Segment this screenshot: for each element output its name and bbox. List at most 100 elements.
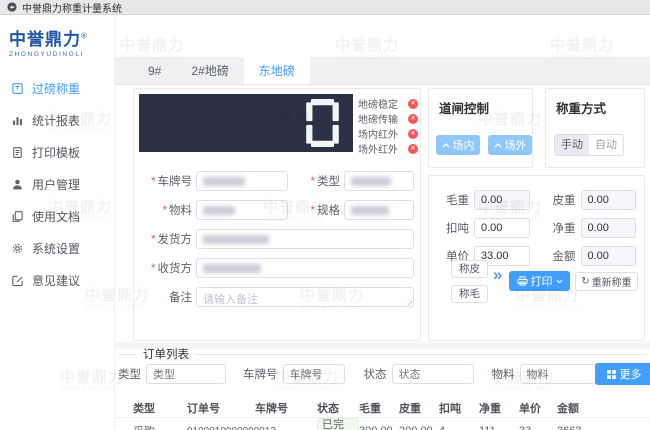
scale-icon: [11, 82, 24, 95]
net-label: 净重: [538, 220, 576, 236]
seven-segment-zero: [306, 99, 339, 147]
cell-status: 已完成: [317, 418, 359, 430]
col-deduct: 扣吨: [439, 400, 479, 416]
cell-deduct: 4: [439, 425, 479, 430]
col-type: 类型: [133, 400, 187, 416]
print-template-icon: [11, 146, 24, 159]
status-label: 地磅稳定: [358, 96, 398, 111]
tab-scale-2[interactable]: 2#地磅: [176, 57, 243, 84]
bar-chart-icon: [11, 114, 24, 127]
type-input[interactable]: [344, 171, 414, 191]
logo-name: 中誉鼎力: [9, 30, 81, 49]
deduct-label: 扣吨: [429, 220, 469, 236]
col-status: 状态: [317, 400, 359, 416]
status-row: 场内红外: [358, 126, 418, 141]
amount-input: [581, 246, 637, 266]
cell-price: 33: [519, 425, 557, 430]
print-label: 打印: [531, 273, 553, 289]
col-order-no: 订单号: [187, 400, 255, 416]
logo: 中誉鼎力® ZHONGYUDINGLI: [0, 15, 114, 58]
app-window: 中誉鼎力称重计量系统 中誉鼎力® ZHONGYUDINGLI 过磅称重 统计报表: [0, 0, 650, 430]
sidebar-item-docs[interactable]: 使用文档: [0, 200, 114, 232]
weigh-tare-button[interactable]: 称皮: [451, 260, 488, 278]
sidebar-item-feedback[interactable]: 意见建议: [0, 264, 114, 296]
status-row: 地磅传输: [358, 111, 418, 126]
spec-input[interactable]: [344, 200, 414, 220]
chevron-up-icon: [494, 143, 502, 148]
filter-material-input[interactable]: [520, 364, 604, 384]
col-tare: 皮重: [399, 400, 439, 416]
sidebar-item-label: 用户管理: [32, 176, 80, 193]
gate-open-outside-button[interactable]: 场外: [488, 135, 532, 155]
gate-outside-label: 场外: [505, 137, 527, 153]
user-icon: [11, 178, 24, 191]
vehicle-form: 车牌号 类型 物料 规格 发货方 收货方 备注: [134, 171, 420, 316]
filter-status-input[interactable]: [392, 364, 474, 384]
logo-subtext: ZHONGYUDINGLI: [9, 51, 114, 58]
double-chevron-right-icon: »: [493, 265, 502, 285]
sidebar-item-settings[interactable]: 系统设置: [0, 232, 114, 264]
orders-section-divider: 订单列表: [118, 348, 646, 360]
filter-material-label: 物料: [492, 366, 515, 382]
sidebar-item-reports[interactable]: 统计报表: [0, 104, 114, 136]
cell-order-no: 0100010000000012: [187, 426, 255, 430]
masked-value: [203, 206, 235, 215]
status-error-icon: [408, 129, 418, 139]
sidebar-item-label: 系统设置: [32, 240, 80, 257]
gate-control-panel: 道闸控制 场内 场外: [428, 88, 533, 168]
weighing-panel: 地磅稳定 地磅传输 场内红外 场外红外 车牌号 类型: [133, 88, 421, 341]
gate-inside-label: 场内: [453, 137, 475, 153]
status-row: 场外红外: [358, 141, 418, 156]
weight-values-panel: 毛重 皮重 扣吨 净重 单价 金额 称皮 称毛 »: [428, 175, 645, 341]
filter-status-label: 状态: [364, 366, 387, 382]
filter-plate-label: 车牌号: [243, 366, 278, 382]
mode-auto-option[interactable]: 自动: [589, 135, 623, 155]
cell-type: 采购: [133, 423, 187, 430]
copy-document-icon: [11, 210, 24, 223]
deduct-input[interactable]: [474, 218, 530, 238]
col-amount: 金额: [557, 400, 650, 416]
sidebar-menu: 过磅称重 统计报表 打印模板 用户管理: [0, 72, 114, 296]
filter-type-input[interactable]: [146, 364, 226, 384]
receiver-label: 收货方: [140, 260, 192, 276]
more-filters-label: 更多: [620, 366, 642, 382]
sidebar-item-print-templates[interactable]: 打印模板: [0, 136, 114, 168]
sender-input[interactable]: [196, 229, 414, 249]
weigh-gross-button[interactable]: 称毛: [451, 285, 488, 303]
material-input[interactable]: [196, 200, 288, 220]
remark-textarea[interactable]: [196, 287, 414, 307]
status-error-icon: [408, 114, 418, 124]
table-row[interactable]: 采购 0100010000000012 已完成 300.00 200.00 4 …: [115, 418, 650, 430]
weigh-mode-panel: 称重方式 手动 自动: [545, 88, 645, 168]
reweigh-button[interactable]: ↻ 重新称重: [575, 272, 638, 291]
gate-open-inside-button[interactable]: 场内: [436, 135, 480, 155]
tab-scale-east[interactable]: 东地磅: [244, 57, 310, 84]
plate-input[interactable]: [196, 171, 288, 191]
gross-label: 毛重: [429, 192, 469, 208]
status-row: 地磅稳定: [358, 96, 418, 111]
receiver-input[interactable]: [196, 258, 414, 278]
print-button[interactable]: 打印: [509, 271, 570, 291]
weighing-actions: 称皮 称毛 » 打印 ↻ 重新称重: [429, 268, 644, 318]
tab-scale-9[interactable]: 9#: [133, 57, 176, 84]
mode-manual-option[interactable]: 手动: [555, 135, 589, 155]
sidebar-item-label: 意见建议: [32, 272, 80, 289]
masked-value: [351, 206, 389, 215]
status-label: 场内红外: [358, 126, 398, 141]
sidebar-item-weighing[interactable]: 过磅称重: [0, 72, 114, 104]
cell-amount: 3663: [557, 425, 650, 430]
more-filters-button[interactable]: 更多: [595, 363, 650, 385]
tare-label: 皮重: [538, 192, 576, 208]
status-label: 场外红外: [358, 141, 398, 156]
weigh-mode-title: 称重方式: [546, 89, 644, 117]
col-price: 单价: [519, 400, 557, 416]
gross-input: [474, 190, 530, 210]
filter-plate-input[interactable]: [283, 364, 345, 384]
col-gross: 毛重: [359, 400, 399, 416]
spec-label: 规格: [298, 202, 340, 218]
sidebar-item-users[interactable]: 用户管理: [0, 168, 114, 200]
sidebar-item-label: 过磅称重: [32, 80, 80, 97]
type-label: 类型: [298, 173, 340, 189]
masked-value: [351, 177, 391, 186]
cell-tare: 200.00: [399, 425, 439, 430]
